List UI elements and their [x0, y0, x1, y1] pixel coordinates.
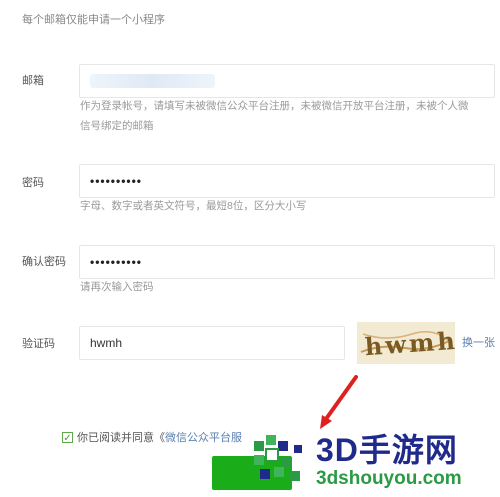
- email-label: 邮箱: [22, 75, 44, 87]
- confirm-password-value: ••••••••••: [90, 255, 143, 269]
- single-applet-notice: 每个邮箱仅能申请一个小程序: [22, 14, 165, 26]
- captcha-label: 验证码: [22, 338, 55, 350]
- email-value-blurred: [90, 74, 215, 88]
- change-captcha-link[interactable]: 换一张: [462, 334, 495, 350]
- password-value: ••••••••••: [90, 174, 143, 188]
- captcha-input[interactable]: hwmh: [79, 326, 345, 360]
- watermark-url: 3dshouyou.com: [316, 468, 462, 489]
- password-field[interactable]: ••••••••••: [79, 164, 495, 198]
- watermark-logo-icon: [254, 435, 302, 481]
- password-help: 字母、数字或者英文符号，最短8位，区分大小写: [80, 200, 307, 212]
- agreement-row[interactable]: ✓ 你已阅读并同意《 微信公众平台服: [62, 429, 242, 445]
- watermark-name: 3D手游网: [316, 432, 458, 468]
- email-help-line1: 作为登录帐号，请填写未被微信公众平台注册，未被微信开放平台注册，未被个人微: [80, 100, 469, 112]
- agreement-link[interactable]: 微信公众平台服: [165, 429, 242, 445]
- site-watermark: 3D手游网 3dshouyou.com: [250, 425, 500, 497]
- agreement-text: 你已阅读并同意《: [77, 432, 165, 444]
- agreement-checkbox[interactable]: ✓: [62, 431, 73, 444]
- confirm-password-label: 确认密码: [22, 256, 66, 268]
- email-help-line2: 信号绑定的邮箱: [80, 120, 154, 132]
- confirm-password-field[interactable]: ••••••••••: [79, 245, 495, 279]
- captcha-input-value: hwmh: [90, 336, 123, 350]
- password-label: 密码: [22, 177, 44, 189]
- captcha-image-text: hwmh: [364, 326, 455, 361]
- captcha-image[interactable]: hwmh: [357, 322, 455, 364]
- confirm-password-help: 请再次输入密码: [80, 281, 154, 293]
- email-field[interactable]: [79, 64, 495, 98]
